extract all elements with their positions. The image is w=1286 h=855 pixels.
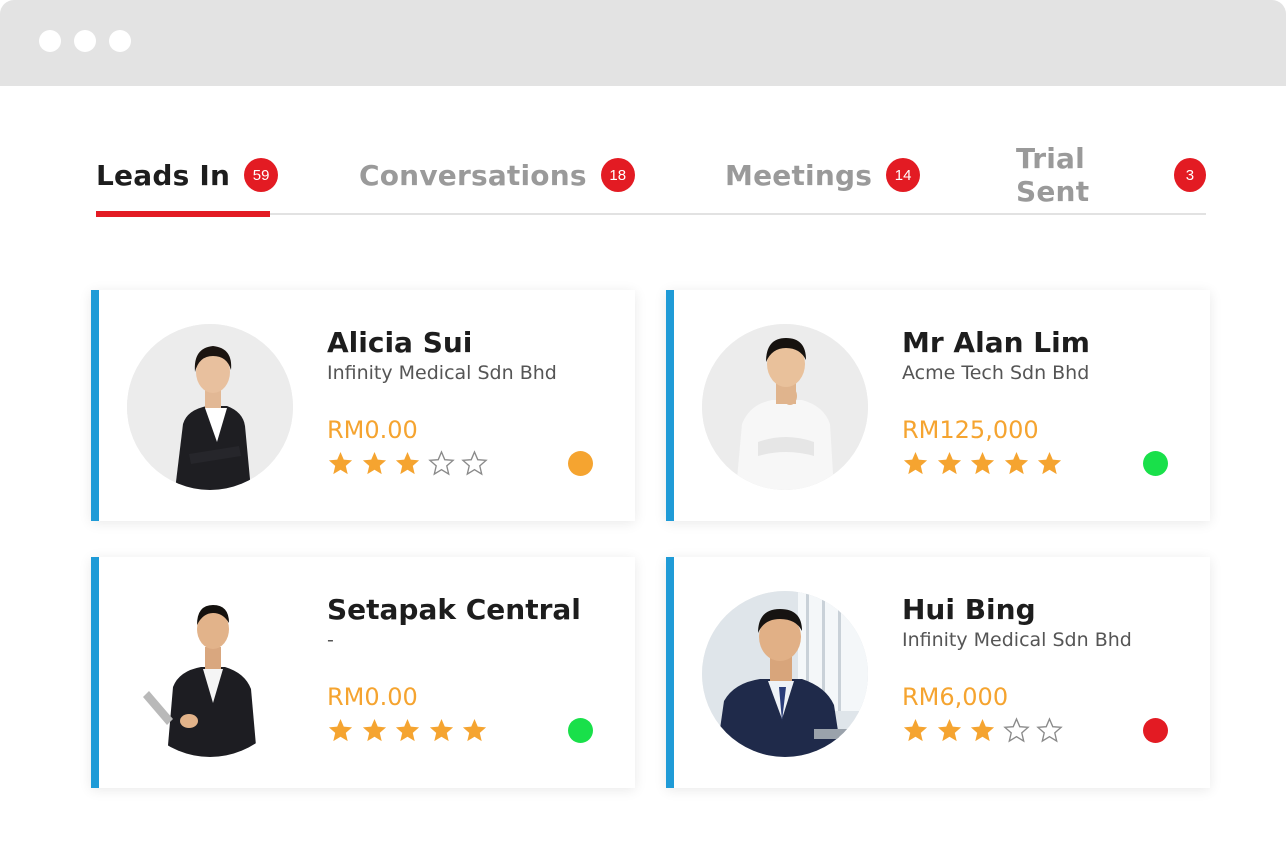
count-badge: 3 (1173, 158, 1206, 192)
window-dot-icon[interactable] (39, 30, 61, 52)
man-business-portrait-icon (702, 324, 868, 490)
star-filled-icon (328, 452, 353, 475)
man-office-portrait-icon (702, 591, 868, 757)
star-filled-icon (970, 719, 995, 742)
star-filled-icon (462, 719, 487, 742)
star-filled-icon (362, 452, 386, 475)
star-rating (902, 450, 1070, 478)
star-rating (902, 717, 1070, 745)
pipeline-tabs: Leads In 59 Conversations 18 Meetings 14… (96, 142, 1206, 217)
lead-name: Mr Alan Lim (902, 326, 1090, 359)
tab-label: Leads In (96, 158, 231, 192)
lead-name: Alicia Sui (327, 326, 473, 359)
star-empty-icon (1002, 717, 1030, 743)
lead-amount: RM0.00 (327, 416, 418, 444)
star-filled-icon (395, 452, 420, 475)
tab-label: Trial Sent (1016, 142, 1090, 208)
star-filled-icon (903, 452, 928, 475)
lead-card[interactable]: Setapak Central - RM0.00 (91, 557, 635, 788)
lead-company: Infinity Medical Sdn Bhd (902, 629, 1132, 651)
lead-amount: RM0.00 (327, 683, 418, 711)
tab-meetings[interactable]: Meetings 14 (725, 150, 921, 200)
lead-amount: RM125,000 (902, 416, 1039, 444)
window-titlebar (0, 0, 1286, 86)
star-rating (327, 717, 495, 745)
star-empty-icon (1036, 717, 1063, 743)
star-filled-icon (429, 719, 453, 742)
lead-name: Hui Bing (902, 593, 1036, 626)
lead-company: Acme Tech Sdn Bhd (902, 362, 1090, 384)
star-empty-icon (461, 450, 488, 476)
lead-company: - (327, 629, 334, 651)
tab-trial-sent[interactable]: Trial Sent 3 (1016, 142, 1206, 208)
count-badge: 59 (244, 158, 279, 192)
woman-business-portrait-icon (127, 324, 293, 490)
tab-label: Meetings (725, 158, 873, 192)
window-dot-icon[interactable] (74, 30, 96, 52)
lead-amount: RM6,000 (902, 683, 1009, 711)
lead-card[interactable]: Alicia Sui Infinity Medical Sdn Bhd RM0.… (91, 290, 635, 521)
star-filled-icon (328, 719, 353, 742)
star-filled-icon (395, 719, 420, 742)
count-badge: 14 (886, 158, 921, 192)
tab-conversations[interactable]: Conversations 18 (359, 150, 635, 200)
star-filled-icon (937, 452, 961, 475)
tab-label: Conversations (359, 158, 587, 192)
star-empty-icon (427, 450, 455, 476)
status-indicator (568, 718, 593, 743)
star-filled-icon (937, 719, 961, 742)
man-suit-tablet-portrait-icon (127, 591, 293, 757)
active-tab-indicator (96, 211, 270, 217)
lead-company: Infinity Medical Sdn Bhd (327, 362, 557, 384)
star-filled-icon (970, 452, 995, 475)
lead-card[interactable]: Hui Bing Infinity Medical Sdn Bhd RM6,00… (666, 557, 1210, 788)
count-badge: 18 (600, 158, 635, 192)
star-filled-icon (1037, 452, 1062, 475)
star-rating (327, 450, 495, 478)
star-filled-icon (1004, 452, 1028, 475)
window-dot-icon[interactable] (109, 30, 131, 52)
lead-name: Setapak Central (327, 593, 581, 626)
status-indicator (568, 451, 593, 476)
status-indicator (1143, 451, 1168, 476)
star-filled-icon (903, 719, 928, 742)
star-filled-icon (362, 719, 386, 742)
tab-leads-in[interactable]: Leads In 59 (96, 150, 279, 200)
status-indicator (1143, 718, 1168, 743)
lead-card[interactable]: Mr Alan Lim Acme Tech Sdn Bhd RM125,000 (666, 290, 1210, 521)
